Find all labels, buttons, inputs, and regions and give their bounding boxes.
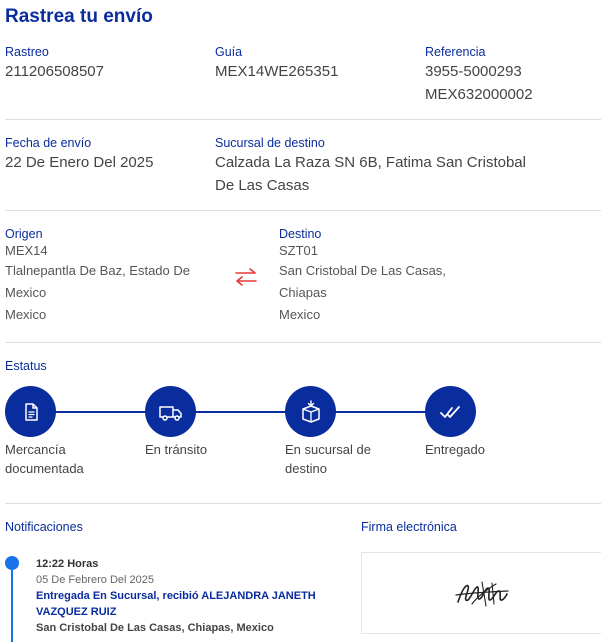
origen-label: Origen xyxy=(5,227,43,241)
destino-code: SZT01 xyxy=(279,243,319,258)
status-label: Estatus xyxy=(5,359,47,373)
divider xyxy=(5,342,601,343)
step-label: En tránsito xyxy=(145,440,275,459)
notification-place: San Cristobal De Las Casas, Chiapas, Mex… xyxy=(36,622,274,634)
page-title: Rastrea tu envío xyxy=(5,6,153,27)
referencia-value-1: 3955-5000293 xyxy=(425,63,522,80)
document-icon xyxy=(24,402,38,421)
guia-field: Guía MEX14WE265351 xyxy=(215,44,338,83)
status-step-sucursal: En sucursal de destino xyxy=(285,386,415,478)
notification-event-2: VAZQUEZ RUIZ xyxy=(36,606,117,618)
divider xyxy=(5,119,601,120)
destino-line-2: Chiapas xyxy=(279,285,327,300)
step-label: En sucursal de destino xyxy=(285,440,415,478)
status-step-transito: En tránsito xyxy=(145,386,275,459)
destino-field: Destino SZT01 San Cristobal De Las Casas… xyxy=(279,226,446,326)
timeline-dot xyxy=(5,556,19,570)
package-icon xyxy=(301,399,320,423)
timeline-line xyxy=(11,568,13,642)
origen-field: Origen MEX14 Tlalnepantla De Baz, Estado… xyxy=(5,226,190,326)
signature-image xyxy=(454,581,509,607)
double-check-icon xyxy=(439,405,460,418)
step-label-line: Mercancía xyxy=(5,442,66,457)
step-label-line: En tránsito xyxy=(145,442,208,457)
sucursal-field: Sucursal de destino Calzada La Raza SN 6… xyxy=(215,135,526,197)
destino-label: Destino xyxy=(279,227,322,241)
notification-event-1: Entregada En Sucursal, recibió ALEJANDRA… xyxy=(36,590,316,602)
origen-line-1: Tlalnepantla De Baz, Estado De xyxy=(5,263,190,278)
origen-code: MEX14 xyxy=(5,243,48,258)
step-label-line: destino xyxy=(285,461,327,476)
origen-line-3: Mexico xyxy=(5,307,47,322)
step-circle xyxy=(285,386,336,437)
notification-time: 12:22 Horas xyxy=(36,558,99,570)
step-label-line: En sucursal de xyxy=(285,442,371,457)
step-label: Entregado xyxy=(425,440,555,459)
fecha-field: Fecha de envío 22 De Enero Del 2025 xyxy=(5,135,153,174)
signature-box xyxy=(361,552,601,634)
signature-label: Firma electrónica xyxy=(361,520,457,534)
rastreo-field: Rastreo 211206508507 xyxy=(5,44,104,83)
sucursal-value-2: De Las Casas xyxy=(215,177,310,194)
divider xyxy=(5,210,601,211)
fecha-label: Fecha de envío xyxy=(5,136,92,150)
status-step-entregado: Entregado xyxy=(425,386,555,459)
notification-item: 12:22 Horas 05 De Febrero Del 2025 Entre… xyxy=(36,556,336,636)
step-circle xyxy=(5,386,56,437)
status-step-documentada: Mercancía documentada xyxy=(5,386,135,478)
referencia-field: Referencia 3955-5000293 MEX632000002 xyxy=(425,44,533,106)
step-circle xyxy=(425,386,476,437)
referencia-label: Referencia xyxy=(425,45,486,59)
divider xyxy=(5,503,601,504)
destino-line-3: Mexico xyxy=(279,307,321,322)
truck-icon xyxy=(158,405,182,421)
referencia-value-2: MEX632000002 xyxy=(425,86,533,103)
sucursal-value-1: Calzada La Raza SN 6B, Fatima San Cristo… xyxy=(215,154,526,171)
step-label-line: documentada xyxy=(5,461,84,476)
fecha-value: 22 De Enero Del 2025 xyxy=(5,154,154,171)
guia-label: Guía xyxy=(215,45,243,59)
step-circle xyxy=(145,386,196,437)
rastreo-label: Rastreo xyxy=(5,45,49,59)
origen-line-2: Mexico xyxy=(5,285,47,300)
tracking-page: Rastrea tu envío Rastreo 211206508507 Gu… xyxy=(0,0,601,642)
destino-line-1: San Cristobal De Las Casas, xyxy=(279,263,446,278)
step-label-line: Entregado xyxy=(425,442,485,457)
step-label: Mercancía documentada xyxy=(5,440,135,478)
guia-value: MEX14WE265351 xyxy=(215,63,339,80)
notification-date: 05 De Febrero Del 2025 xyxy=(36,574,155,586)
rastreo-value: 211206508507 xyxy=(5,63,104,80)
notifications-label: Notificaciones xyxy=(5,520,83,534)
sucursal-label: Sucursal de destino xyxy=(215,136,325,150)
swap-arrows-icon xyxy=(235,268,257,286)
